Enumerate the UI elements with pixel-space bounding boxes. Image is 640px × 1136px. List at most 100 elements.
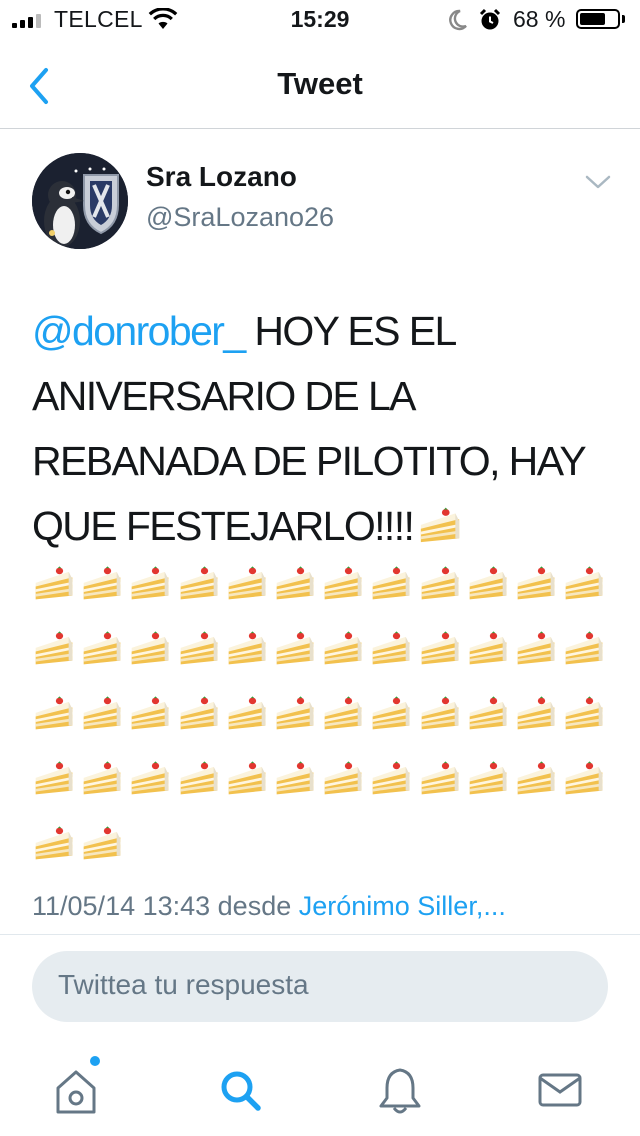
shortcake-icon [517, 761, 555, 795]
cake-emoji [514, 689, 562, 754]
cake-emoji [225, 559, 273, 624]
shortcake-icon [469, 761, 507, 795]
mention-link[interactable]: @donrober_ [32, 308, 246, 354]
reply-input[interactable]: Twittea tu respuesta [32, 951, 608, 1022]
home-icon[interactable] [46, 1060, 106, 1120]
cake-emoji [514, 624, 562, 689]
divider [0, 934, 640, 935]
author-handle[interactable]: @SraLozano26 [146, 202, 334, 233]
shortcake-icon [228, 761, 266, 795]
cake-emoji [128, 624, 176, 689]
shortcake-icon [421, 696, 458, 730]
author-name[interactable]: Sra Lozano [146, 161, 297, 193]
cake-emoji [80, 754, 128, 819]
search-icon[interactable] [210, 1060, 270, 1120]
shortcake-icon [276, 566, 314, 600]
navigation-bar: Tweet [0, 42, 640, 129]
tweet-location-link[interactable]: Jerónimo Siller,... [299, 891, 506, 921]
battery-icon [576, 9, 620, 29]
cake-emoji [80, 689, 128, 754]
shortcake-icon [180, 761, 217, 795]
cake-emoji [418, 754, 466, 819]
cake-emoji [321, 689, 369, 754]
battery-tip [622, 15, 625, 23]
cake-emoji [466, 754, 514, 819]
tweet-timestamp: 11/05/14 13:43 desde [32, 891, 292, 921]
cake-emoji [418, 559, 466, 624]
shortcake-icon [565, 761, 603, 795]
shortcake-icon [421, 761, 458, 795]
reply-placeholder: Twittea tu respuesta [58, 969, 309, 1000]
shortcake-icon [565, 696, 603, 730]
shortcake-icon [324, 696, 362, 730]
shortcake-icon [228, 631, 266, 665]
cake-emoji [466, 624, 514, 689]
shortcake-icon [35, 696, 73, 730]
cake-emoji [418, 689, 466, 754]
cake-emoji [562, 689, 610, 754]
cake-emoji [466, 689, 514, 754]
chevron-down-icon[interactable] [584, 173, 612, 191]
do-not-disturb-moon-icon [449, 9, 467, 31]
cake-emoji [128, 754, 176, 819]
cake-emoji [32, 559, 80, 624]
shortcake-icon [35, 826, 73, 860]
shortcake-icon [565, 566, 603, 600]
shortcake-icon [372, 566, 410, 600]
cake-emoji [418, 624, 466, 689]
cake-emoji [273, 754, 321, 819]
shortcake-icon [83, 761, 121, 795]
cake-emoji [321, 559, 369, 624]
shortcake-icon [421, 507, 460, 543]
shortcake-icon [565, 631, 603, 665]
shortcake-icon [517, 696, 555, 730]
cake-emoji [225, 689, 273, 754]
cake-emoji [369, 559, 417, 624]
notifications-bell-icon[interactable] [370, 1060, 430, 1120]
shortcake-icon [276, 761, 314, 795]
shortcake-icon [132, 631, 169, 665]
shortcake-icon [324, 761, 362, 795]
cake-emoji [80, 819, 128, 884]
cake-emoji [273, 689, 321, 754]
shortcake-icon [469, 631, 507, 665]
shortcake-icon [372, 761, 410, 795]
cake-emoji [369, 624, 417, 689]
cake-emoji [466, 559, 514, 624]
shortcake-icon [132, 696, 169, 730]
shortcake-icon [83, 631, 121, 665]
cake-emoji [32, 624, 80, 689]
shortcake-icon [83, 566, 121, 600]
shortcake-icon [421, 631, 458, 665]
cake-emoji [369, 754, 417, 819]
shortcake-icon [35, 566, 73, 600]
shortcake-icon [469, 696, 507, 730]
cake-emoji [562, 559, 610, 624]
shortcake-icon [372, 631, 410, 665]
penguin-avatar-icon [32, 153, 128, 249]
cake-emoji [225, 624, 273, 689]
shortcake-icon [83, 826, 121, 860]
shortcake-icon [421, 566, 458, 600]
shortcake-icon [517, 631, 555, 665]
shortcake-icon [276, 696, 314, 730]
shortcake-icon [276, 631, 314, 665]
messages-envelope-icon[interactable] [530, 1060, 590, 1120]
cake-emoji [177, 559, 225, 624]
cake-emoji [369, 689, 417, 754]
shortcake-icon [324, 566, 362, 600]
emoji-cake-grid [32, 559, 622, 884]
shortcake-icon [180, 566, 217, 600]
tab-bar [0, 1040, 640, 1136]
cake-emoji [128, 559, 176, 624]
cake-emoji [177, 689, 225, 754]
cake-emoji [128, 689, 176, 754]
shortcake-icon [228, 566, 266, 600]
shortcake-icon [228, 696, 266, 730]
avatar[interactable] [32, 153, 128, 249]
cake-emoji [273, 559, 321, 624]
cake-emoji [273, 624, 321, 689]
page-title: Tweet [277, 66, 363, 101]
battery-percentage: 68 % [513, 6, 566, 32]
cake-emoji [80, 559, 128, 624]
